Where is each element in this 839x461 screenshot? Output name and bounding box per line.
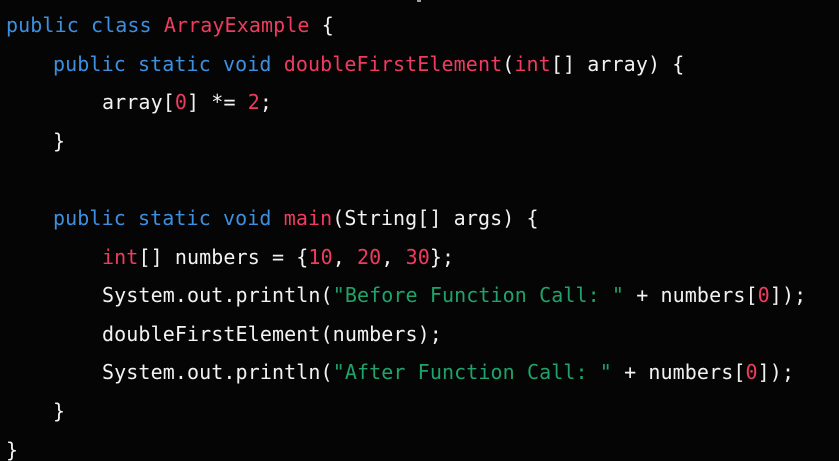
code-token-pl: , [332, 244, 358, 269]
code-line: public static void main(String[] args) { [6, 199, 839, 238]
code-token-kw: public static void [53, 205, 284, 230]
code-token-fn: main [283, 205, 333, 230]
code-line: } [6, 392, 839, 431]
code-token-pl: ]); [769, 283, 807, 308]
code-token-num: 30 [405, 244, 430, 269]
code-token-num: 2 [247, 90, 260, 115]
code-editor[interactable]: public class ArrayExample {public static… [0, 0, 839, 461]
code-token-pl: System.out.println( [102, 283, 333, 308]
code-token-pl: }; [429, 244, 455, 269]
code-line: System.out.println("After Function Call:… [6, 353, 839, 392]
code-token-kw: public class [6, 13, 164, 37]
code-token-num: 20 [357, 244, 382, 269]
code-token-pl: + numbers[ [624, 283, 758, 308]
code-token-pl: doubleFirstElement(numbers); [102, 321, 442, 346]
code-token-pl: , [381, 244, 406, 269]
code-token-pl: + numbers[ [611, 360, 746, 385]
code-token-num: 0 [745, 360, 758, 385]
code-token-pl: } [6, 437, 19, 461]
code-token-pl: { [309, 13, 334, 37]
code-token-pl: (String[] args) { [332, 205, 539, 230]
code-token-pl: } [53, 128, 66, 153]
code-block[interactable]: public class ArrayExample {public static… [6, 6, 839, 461]
code-line: int[] numbers = {10, 20, 30}; [6, 238, 839, 277]
code-token-pl: System.out.println( [102, 360, 333, 385]
code-token-num: 0 [174, 90, 188, 115]
code-line: public class ArrayExample { [6, 6, 839, 45]
code-line: } [6, 122, 839, 161]
code-token-fn: ArrayExample [163, 13, 310, 37]
code-token-pl: } [53, 398, 66, 423]
code-token-pl: ( [502, 51, 515, 76]
code-token-str: "After Function Call: " [332, 360, 612, 385]
code-line: array[0] *= 2; [6, 83, 839, 122]
code-token-fn: int [514, 51, 551, 76]
code-token-pl: ] *= [187, 90, 248, 115]
code-token-kw: public static void [53, 51, 284, 76]
code-line: doubleFirstElement(numbers); [6, 315, 839, 354]
code-token-pl: ]); [757, 360, 795, 385]
code-line: } [6, 431, 839, 461]
code-token-num: 0 [757, 283, 770, 308]
scroll-indicator [417, 0, 421, 2]
code-token-num: 10 [308, 244, 333, 269]
code-token-fn: doubleFirstElement [283, 51, 503, 76]
code-token-pl: array[ [102, 90, 175, 115]
code-token-pl: [] numbers = { [138, 244, 309, 269]
code-line: public static void doubleFirstElement(in… [6, 45, 839, 84]
code-token-pl: ; [259, 90, 273, 115]
code-token-str: "Before Function Call: " [332, 283, 625, 308]
code-token-pl: [] array) { [550, 51, 685, 76]
code-line: System.out.println("Before Function Call… [6, 276, 839, 315]
code-token-fn: int [102, 244, 139, 269]
